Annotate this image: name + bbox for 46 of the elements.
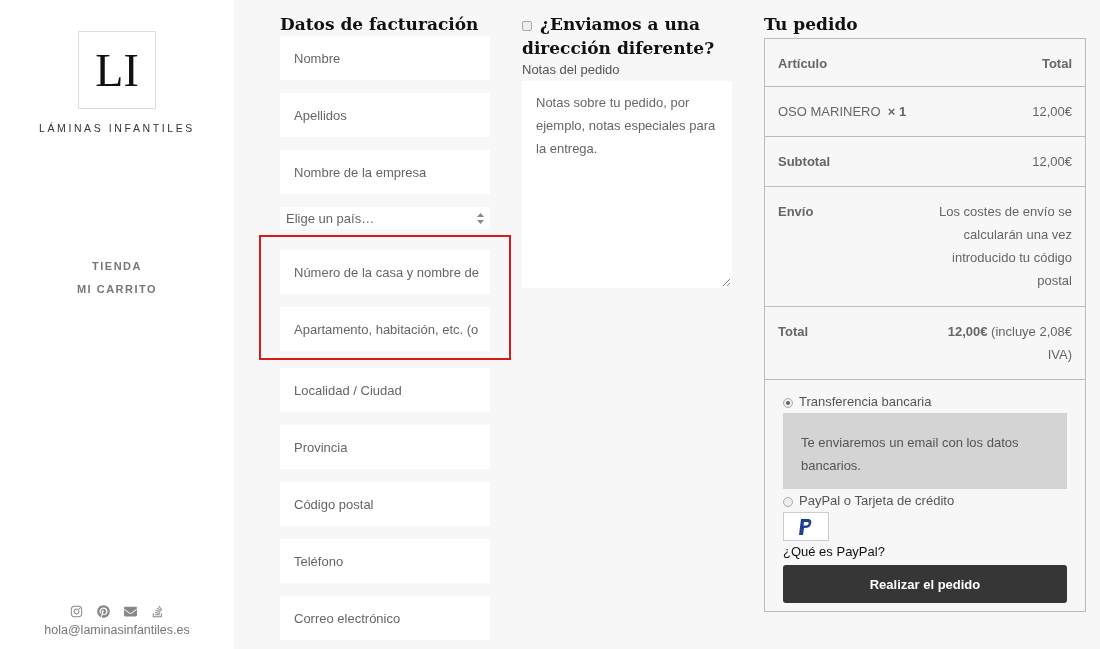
input-field[interactable]: Correo electrónico — [280, 596, 490, 640]
input-field[interactable]: Nombre — [280, 36, 490, 80]
column-header: Artículo — [778, 55, 828, 73]
nav-link[interactable]: MI CARRITO — [76, 283, 158, 295]
row-value: 12,00€ (incluye 2,08€ IVA) — [946, 323, 1072, 364]
paypal-info-link[interactable]: ¿Qué es PayPal? — [783, 544, 1067, 559]
payment-description: Te enviaremos un email con los datos bancarios. — [783, 413, 1067, 489]
input-field[interactable]: Nombre de la empresa — [280, 150, 490, 194]
row-label: Total — [778, 323, 809, 341]
radio-button[interactable] — [783, 496, 793, 507]
paypal-logo — [783, 512, 829, 541]
row-value: Los costes de envío se calcularán una vez introducido tu código postal — [938, 203, 1072, 290]
input-field[interactable]: Código postal — [280, 482, 490, 526]
mail-icon[interactable] — [124, 605, 137, 618]
row-value: 12,00€ — [1032, 153, 1072, 171]
instagram-icon[interactable] — [70, 605, 83, 618]
place-order-button[interactable]: Realizar el pedido — [783, 565, 1067, 603]
input-field[interactable]: Apartamento, habitación, etc. (o — [280, 307, 490, 351]
resize-handle-icon[interactable] — [723, 279, 730, 286]
notes-textarea[interactable]: Notas sobre tu pedido, por ejemplo, notas especiales para la entrega. — [522, 81, 732, 288]
radio-button[interactable] — [783, 397, 793, 408]
nav-link[interactable]: TIENDA — [92, 260, 142, 272]
section-title: Tu pedido — [764, 13, 859, 36]
row-value: 12,00€ — [1032, 103, 1072, 121]
pinterest-icon[interactable] — [97, 605, 110, 618]
payment-option[interactable]: PayPal o Tarjeta de crédito — [783, 493, 1067, 508]
section-title: ¿Enviamos a una dirección diferente? — [522, 13, 716, 60]
row-label: Envío — [778, 203, 814, 221]
email-text: hola@laminasinfantiles.es — [44, 623, 190, 637]
payment-option[interactable]: Transferencia bancaria — [783, 394, 1067, 409]
stack-icon[interactable] — [151, 605, 164, 618]
input-field[interactable]: Teléfono — [280, 539, 490, 583]
input-field[interactable]: Apellidos — [280, 93, 490, 137]
sort-arrows-icon — [477, 212, 484, 224]
column-header: Total — [1041, 55, 1072, 73]
checkbox[interactable] — [522, 20, 532, 31]
input-field[interactable]: Provincia — [280, 425, 490, 469]
section-title: Datos de facturación — [280, 13, 480, 36]
brand-name: LÁMINAS INFANTILES — [39, 122, 195, 134]
row-label: Subtotal — [778, 153, 830, 171]
input-field[interactable]: Número de la casa y nombre de — [280, 250, 490, 294]
input-field[interactable]: Localidad / Ciudad — [280, 368, 490, 412]
field-label: Notas del pedido — [522, 62, 621, 77]
country-select[interactable]: Elige un país… — [280, 207, 490, 229]
product-name: OSO MARINERO × 1 — [778, 103, 907, 121]
logo[interactable]: LI — [78, 31, 156, 109]
